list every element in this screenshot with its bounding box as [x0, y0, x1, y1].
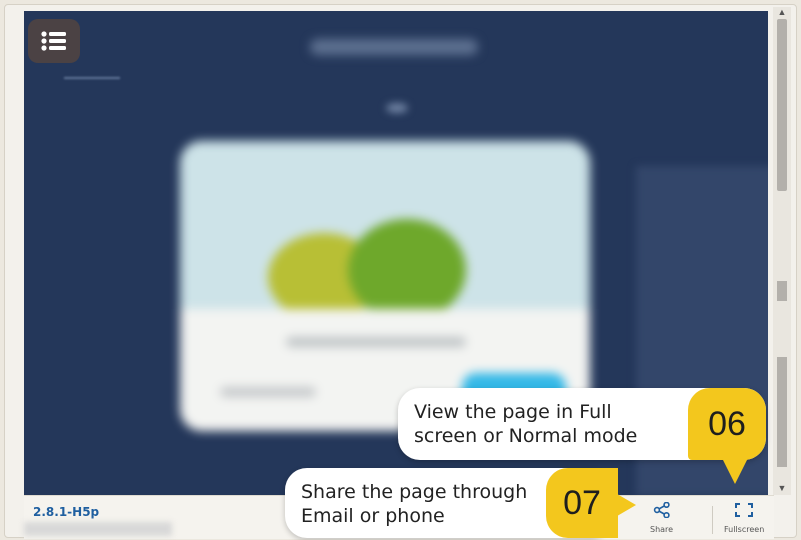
- callout-number-badge: 06: [688, 388, 766, 460]
- share-icon: [653, 501, 670, 519]
- scroll-down-arrow-icon[interactable]: ▼: [777, 483, 787, 493]
- blurred-divider: [64, 77, 120, 79]
- fullscreen-icon: [735, 503, 754, 517]
- callout-number-badge: 07: [546, 468, 618, 538]
- blurred-footer-text: [24, 522, 172, 536]
- callout-text-line: Email or phone: [301, 505, 445, 527]
- callout-pointer: [612, 491, 636, 519]
- callout-text-line: View the page in Full: [414, 401, 612, 423]
- fullscreen-button[interactable]: Fullscreen: [724, 502, 764, 534]
- blurred-icon: [386, 103, 408, 113]
- scroll-track-segment: [777, 357, 787, 467]
- scroll-up-arrow-icon[interactable]: ▲: [777, 7, 787, 17]
- callout-text: View the page in Full screen or Normal m…: [414, 400, 637, 448]
- share-label: Share: [650, 525, 674, 534]
- fullscreen-label: Fullscreen: [724, 525, 765, 534]
- blurred-card-text: [220, 387, 316, 397]
- callout-text: Share the page through Email or phone: [301, 480, 527, 528]
- menu-button[interactable]: [28, 19, 80, 63]
- scroll-thumb[interactable]: [777, 19, 787, 191]
- footer-divider: [712, 506, 713, 534]
- version-label: 2.8.1-H5p: [33, 505, 100, 519]
- scroll-track-segment: [777, 281, 787, 301]
- callout-text-line: Share the page through: [301, 481, 528, 503]
- lime-image: [348, 219, 466, 321]
- callout-pointer: [722, 458, 748, 484]
- share-button[interactable]: Share: [650, 501, 674, 534]
- blurred-title: [310, 39, 478, 55]
- list-icon: [41, 31, 66, 51]
- blurred-card-text: [286, 337, 466, 347]
- callout-text-line: screen or Normal mode: [414, 425, 638, 447]
- vertical-scrollbar[interactable]: ▲ ▼: [773, 7, 791, 495]
